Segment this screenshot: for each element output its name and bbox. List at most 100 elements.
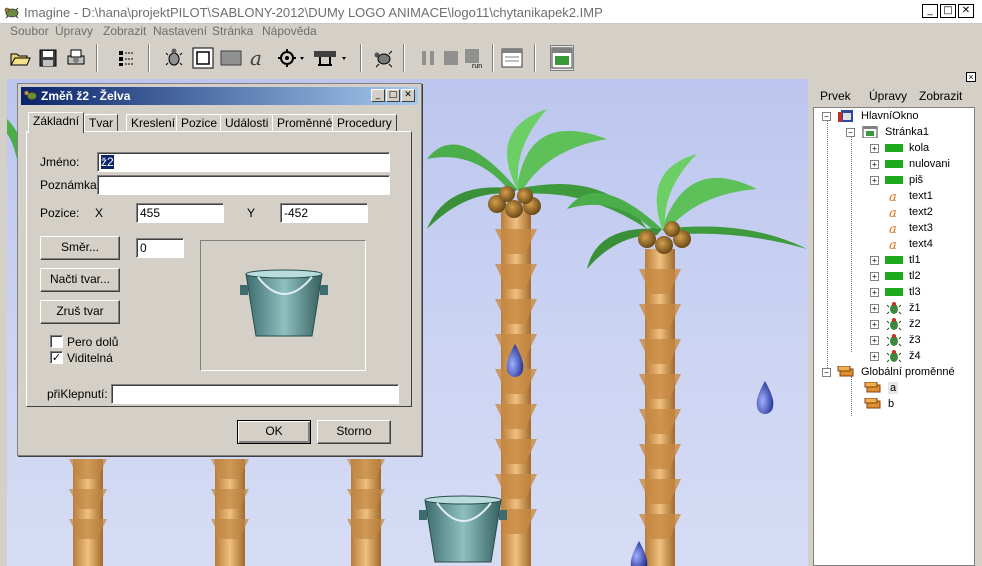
panel-menu-zobrazit[interactable]: Zobrazit: [919, 89, 962, 103]
dialog-close-button[interactable]: ✕: [401, 89, 415, 102]
tree-item-tl3[interactable]: + tl3: [870, 284, 921, 300]
tree-item-text2[interactable]: a text2: [885, 204, 933, 220]
tab-kresleni[interactable]: Kreslení: [126, 114, 181, 132]
panel-close-button[interactable]: ×: [966, 72, 976, 82]
stop-icon[interactable]: [439, 45, 463, 71]
cancel-button[interactable]: Storno: [317, 420, 391, 444]
turtle-icon: [886, 302, 902, 314]
expand-icon[interactable]: +: [870, 271, 879, 281]
window-title: Imagine - D:\hana\projektPILOT\SABLONY-2…: [24, 5, 603, 20]
expand-icon[interactable]: +: [870, 159, 879, 169]
turtle-icon[interactable]: [162, 45, 186, 71]
expand-icon[interactable]: +: [870, 319, 879, 329]
pen-down-checkbox[interactable]: [50, 335, 63, 348]
tree-item-globalni-promenne[interactable]: − Globální proměnné: [822, 364, 955, 380]
panel-menu-upravy[interactable]: Úpravy: [869, 89, 907, 103]
tree-item-var-b[interactable]: b: [864, 396, 894, 412]
note-field[interactable]: [97, 175, 390, 195]
expand-icon[interactable]: +: [870, 287, 879, 297]
collapse-icon[interactable]: −: [822, 367, 831, 377]
expand-icon[interactable]: +: [870, 351, 879, 361]
palm-tree-2: [567, 154, 807, 566]
button-icon[interactable]: [312, 45, 350, 71]
object-tree[interactable]: − HlavníOkno − Stránka1 + kola + nulovan…: [813, 107, 975, 566]
menu-upravy[interactable]: Úpravy: [55, 24, 93, 38]
menu-napoveda[interactable]: Nápověda: [262, 24, 317, 38]
tree-item-nulovani[interactable]: + nulovani: [870, 156, 950, 172]
tab-pozice[interactable]: Pozice: [176, 114, 223, 132]
panel-menu-prvek[interactable]: Prvek: [820, 89, 851, 103]
dialog-minimize-button[interactable]: _: [371, 89, 385, 102]
menu-stranka[interactable]: Stránka: [212, 24, 253, 38]
toolbar-separator: [360, 44, 362, 72]
open-icon[interactable]: [8, 45, 32, 71]
filled-rect-icon[interactable]: [219, 45, 243, 71]
onclick-field[interactable]: [111, 384, 399, 404]
expand-icon[interactable]: +: [870, 175, 879, 185]
pause-icon[interactable]: [416, 45, 440, 71]
toolbar-separator: [148, 44, 150, 72]
tree-item-tl2[interactable]: + tl2: [870, 268, 921, 284]
close-button[interactable]: ✕: [958, 4, 974, 18]
direction-field[interactable]: 0: [136, 238, 184, 258]
imagine-app-icon[interactable]: [4, 5, 20, 19]
turtle-run-icon[interactable]: [372, 45, 396, 71]
clear-shape-button[interactable]: Zruš tvar: [40, 300, 120, 324]
tab-page-zakladni: Jméno: ž2 Poznámka: Pozice: X 455 Y -452…: [26, 131, 412, 407]
load-shape-button[interactable]: Načti tvar...: [40, 268, 120, 292]
y-label: Y: [247, 206, 256, 220]
tab-tvar[interactable]: Tvar: [84, 114, 118, 132]
minimize-button[interactable]: _: [922, 4, 938, 18]
tree-item-z2[interactable]: + ž2: [870, 316, 921, 332]
window-icon[interactable]: [500, 45, 524, 71]
tree-item-hlavniokno[interactable]: − HlavníOkno: [822, 108, 918, 124]
tree-item-text3[interactable]: a text3: [885, 220, 933, 236]
tab-zakladni[interactable]: Základní: [28, 112, 85, 133]
tree-item-stranka1[interactable]: − Stránka1: [846, 124, 929, 140]
tree-item-tl1[interactable]: + tl1: [870, 252, 921, 268]
tree-item-z4[interactable]: + ž4: [870, 348, 921, 364]
tab-procedury[interactable]: Procedury: [332, 114, 397, 132]
gear-icon[interactable]: [276, 45, 306, 71]
bucket-preview-image: [240, 269, 328, 337]
tree-item-z3[interactable]: + ž3: [870, 332, 921, 348]
visible-checkbox[interactable]: ✓: [50, 351, 63, 364]
name-field[interactable]: ž2: [97, 152, 390, 172]
tree-item-kola[interactable]: + kola: [870, 140, 929, 156]
collapse-icon[interactable]: −: [822, 111, 831, 121]
svg-text:a: a: [250, 47, 262, 69]
x-label: X: [95, 206, 104, 220]
menu-zobrazit[interactable]: Zobrazit: [103, 24, 146, 38]
text-a-icon[interactable]: a: [246, 45, 270, 71]
direction-button[interactable]: Směr...: [40, 236, 120, 260]
page-icon[interactable]: [550, 45, 574, 71]
dialog-maximize-button[interactable]: □: [386, 89, 400, 102]
x-field[interactable]: 455: [136, 203, 224, 223]
tree-item-var-a[interactable]: a: [864, 380, 899, 396]
expand-icon[interactable]: +: [870, 143, 879, 153]
grid-icon[interactable]: [114, 45, 138, 71]
dialog-titlebar[interactable]: Změň ž2 - Želva _ □ ✕: [21, 87, 418, 105]
menu-bar: Soubor Úpravy Zobrazit Nastavení Stránka…: [0, 24, 975, 40]
menu-soubor[interactable]: Soubor: [10, 24, 49, 38]
tree-item-z1[interactable]: + ž1: [870, 300, 921, 316]
expand-icon[interactable]: +: [870, 303, 879, 313]
tab-udalosti[interactable]: Události: [220, 114, 274, 132]
position-label: Pozice:: [40, 206, 80, 220]
y-field[interactable]: -452: [280, 203, 368, 223]
run-icon[interactable]: run: [462, 45, 486, 71]
save-icon[interactable]: [36, 45, 60, 71]
menu-nastaveni[interactable]: Nastavení: [153, 24, 207, 38]
toolbar-separator: [534, 44, 536, 72]
maximize-button[interactable]: □: [940, 4, 956, 18]
tree-item-text4[interactable]: a text4: [885, 236, 933, 252]
tab-promenne[interactable]: Proměnné: [272, 114, 338, 132]
collapse-icon[interactable]: −: [846, 127, 855, 137]
rect-icon[interactable]: [191, 45, 215, 71]
expand-icon[interactable]: +: [870, 255, 879, 265]
tree-item-text1[interactable]: a text1: [885, 188, 933, 204]
print-icon[interactable]: [64, 45, 88, 71]
ok-button[interactable]: OK: [237, 420, 311, 444]
tree-item-pis[interactable]: + piš: [870, 172, 923, 188]
expand-icon[interactable]: +: [870, 335, 879, 345]
